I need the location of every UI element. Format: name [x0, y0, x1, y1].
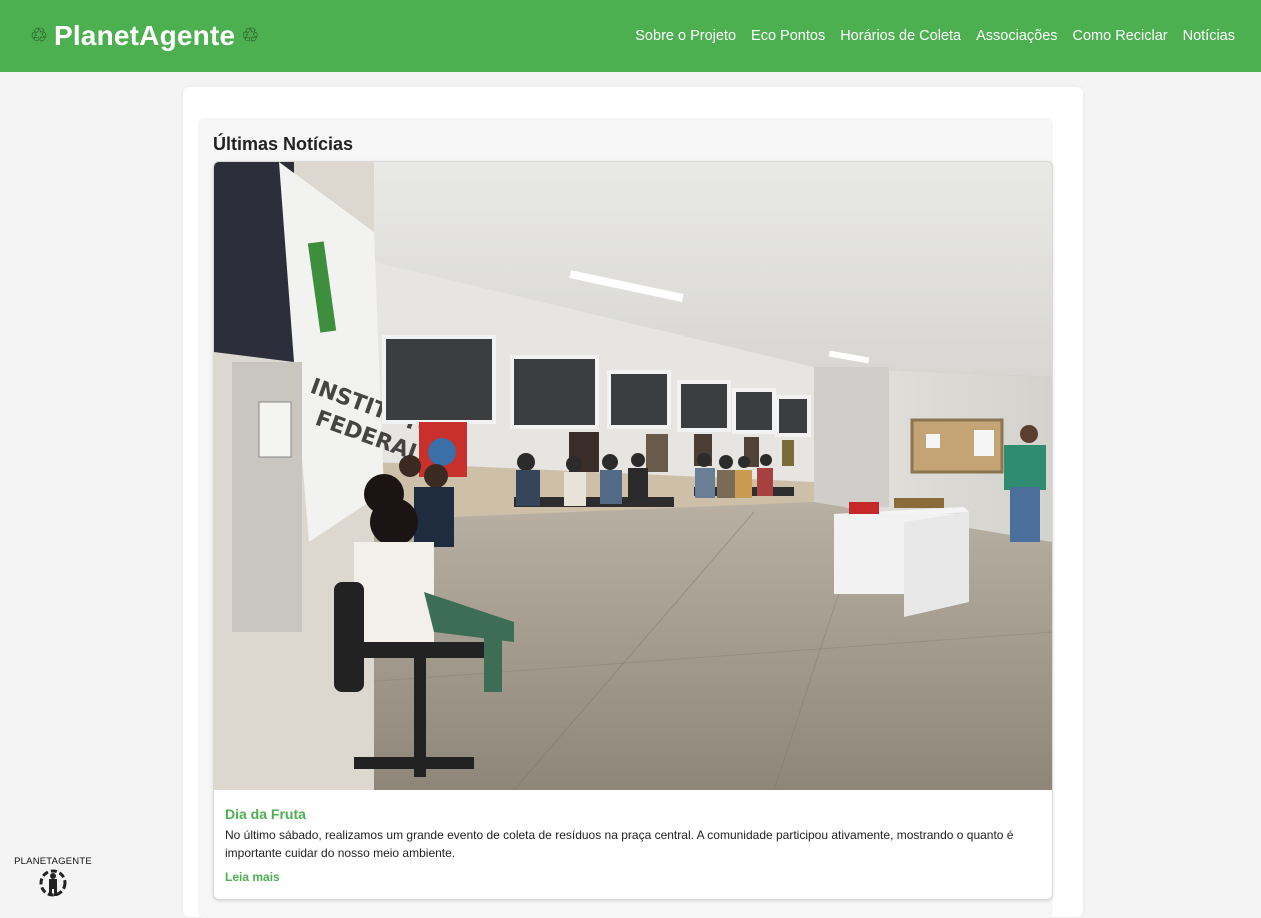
recycle-icon: ♲ — [30, 25, 48, 47]
news-section: Últimas Notícias INSTITUTO FEDERAL Dia d… — [198, 118, 1053, 918]
news-photo[interactable]: INSTITUTO FEDERAL — [214, 162, 1052, 790]
nav-link-como-reciclar[interactable]: Como Reciclar — [1073, 28, 1168, 44]
recycle-icon: ♲ — [241, 25, 260, 47]
nav-link-associacoes[interactable]: Associações — [976, 28, 1057, 44]
nav-link-noticias[interactable]: Notícias — [1183, 28, 1235, 44]
site-title[interactable]: PlanetAgente — [54, 20, 235, 52]
main-nav: Sobre o Projeto Eco Pontos Horários de C… — [635, 28, 1235, 44]
footer-logo-text: PLANETAGENTE — [14, 856, 92, 867]
brand[interactable]: ♲ PlanetAgente ♲ — [30, 20, 259, 52]
recycle-person-icon — [39, 869, 67, 897]
nav-link-horarios-de-coleta[interactable]: Horários de Coleta — [840, 28, 961, 44]
news-photo-illustration: INSTITUTO FEDERAL — [214, 162, 1052, 790]
site-header: ♲ PlanetAgente ♲ Sobre o Projeto Eco Pon… — [0, 0, 1261, 72]
main-container: Últimas Notícias INSTITUTO FEDERAL Dia d… — [183, 87, 1083, 918]
news-heading: Últimas Notícias — [213, 134, 354, 154]
read-more-link[interactable]: Leia mais — [225, 870, 280, 884]
nav-link-eco-pontos[interactable]: Eco Pontos — [751, 28, 825, 44]
footer-logo[interactable]: PLANETAGENTE — [8, 856, 98, 902]
news-card: INSTITUTO FEDERAL Dia da Fruta No último… — [213, 161, 1053, 900]
news-summary: No último sábado, realizamos um grande e… — [225, 828, 1014, 860]
nav-link-sobre-o-projeto[interactable]: Sobre o Projeto — [635, 28, 736, 44]
news-title[interactable]: Dia da Fruta — [225, 806, 306, 822]
